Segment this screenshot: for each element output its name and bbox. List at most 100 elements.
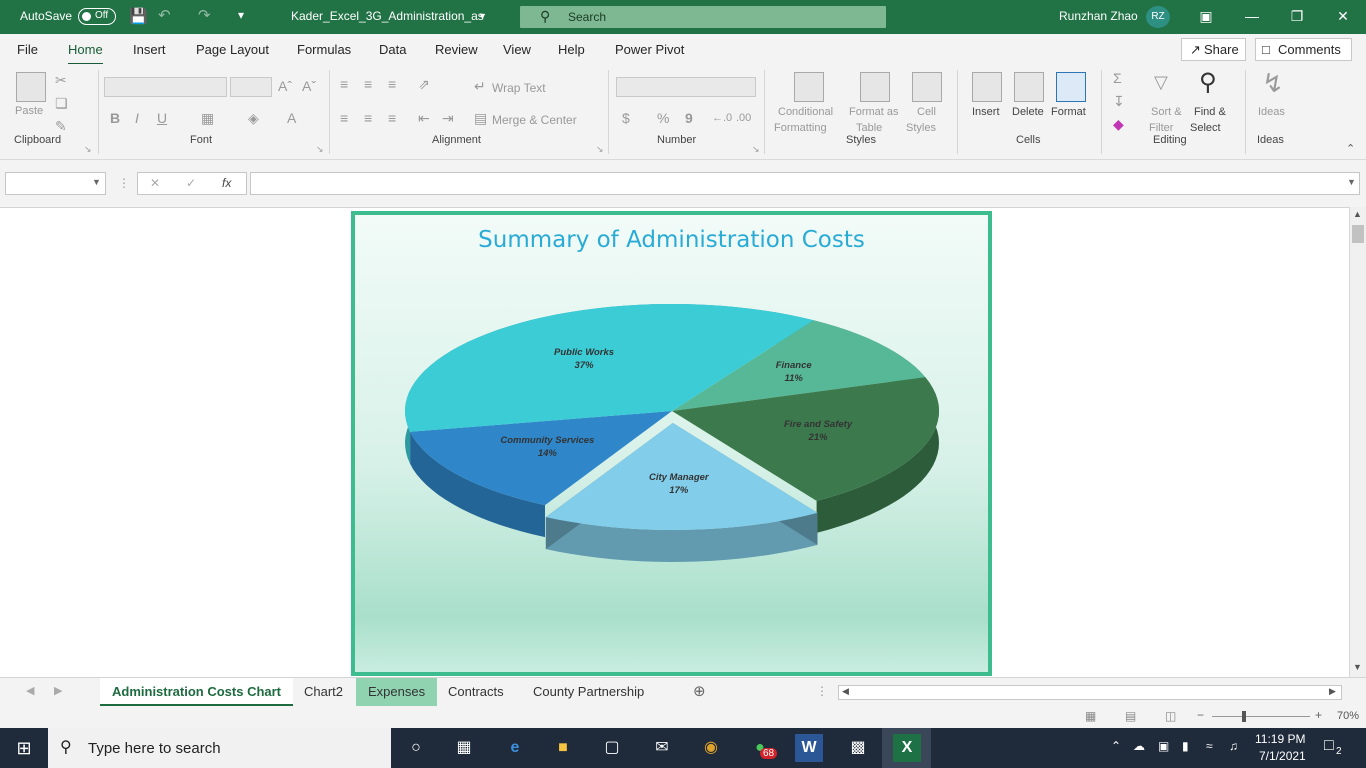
- task-view-icon[interactable]: ▦: [450, 734, 478, 762]
- insert-label[interactable]: Insert: [972, 106, 1000, 118]
- underline-button[interactable]: U: [157, 110, 167, 126]
- format-painter-icon[interactable]: ✎: [55, 118, 67, 135]
- minimize-icon[interactable]: —: [1242, 6, 1262, 26]
- avatar[interactable]: RZ: [1146, 6, 1170, 28]
- find-select-icon[interactable]: ⚲: [1199, 68, 1217, 97]
- tab-file[interactable]: File: [17, 42, 38, 57]
- cortana-icon[interactable]: ○: [402, 734, 430, 762]
- customize-toolbar-icon[interactable]: ▾: [238, 8, 244, 22]
- align-center-icon[interactable]: ≡: [364, 110, 372, 126]
- alignment-launcher-icon[interactable]: ↘: [596, 144, 604, 155]
- delete-cells-icon[interactable]: [1014, 72, 1044, 102]
- wifi-icon[interactable]: ≈: [1206, 739, 1213, 753]
- align-top-icon[interactable]: ≡: [340, 76, 348, 92]
- insert-cells-icon[interactable]: [972, 72, 1002, 102]
- horizontal-scrollbar[interactable]: ◀ ▶: [838, 685, 1342, 700]
- word-icon[interactable]: W: [795, 734, 823, 762]
- chevron-down-icon[interactable]: ▼: [92, 177, 101, 187]
- autosum-icon[interactable]: Σ: [1113, 70, 1122, 86]
- data-label-city-manager[interactable]: City Manager 17%: [619, 471, 739, 497]
- fill-color-icon[interactable]: ◈: [248, 110, 259, 127]
- expand-formula-icon[interactable]: ▼: [1347, 177, 1356, 187]
- increase-indent-icon[interactable]: ⇥: [442, 110, 454, 127]
- align-bottom-icon[interactable]: ≡: [388, 76, 396, 92]
- sheet-tab-administration-costs-chart[interactable]: Administration Costs Chart: [100, 678, 294, 706]
- font-name-dropdown[interactable]: [104, 77, 227, 97]
- align-middle-icon[interactable]: ≡: [364, 76, 372, 92]
- windows-start-icon[interactable]: ⊞: [10, 734, 38, 762]
- meet-now-icon[interactable]: ▣: [1158, 739, 1169, 753]
- filename[interactable]: Kader_Excel_3G_Administration_as: [291, 9, 484, 23]
- cell-styles-icon[interactable]: [912, 72, 942, 102]
- tab-help[interactable]: Help: [558, 42, 585, 57]
- chart-area[interactable]: Summary of Administration Costs Finance 1…: [351, 211, 992, 676]
- ribbon-display-icon[interactable]: ▣: [1196, 6, 1216, 26]
- mail-icon[interactable]: ✉: [648, 734, 676, 762]
- align-right-icon[interactable]: ≡: [388, 110, 396, 126]
- fill-icon[interactable]: ↧: [1113, 93, 1125, 110]
- insert-function-button[interactable]: fx: [222, 176, 231, 190]
- zoom-slider[interactable]: [1212, 716, 1310, 717]
- redo-icon[interactable]: ↷: [198, 6, 211, 24]
- comma-button[interactable]: 9: [685, 110, 693, 126]
- data-label-finance[interactable]: Finance 11%: [734, 359, 854, 385]
- store-icon[interactable]: ▢: [598, 734, 626, 762]
- search-box[interactable]: ⚲ Search: [520, 6, 886, 28]
- find-label[interactable]: Find &: [1194, 106, 1226, 118]
- borders-icon[interactable]: ▦: [201, 110, 214, 127]
- pie-chart-svg[interactable]: [355, 215, 988, 672]
- grow-font-icon[interactable]: Aˆ: [278, 78, 292, 94]
- cut-icon[interactable]: ✂: [55, 72, 67, 89]
- zoom-in-icon[interactable]: +: [1315, 708, 1322, 722]
- scroll-right-icon[interactable]: ▶: [1329, 686, 1336, 697]
- cell-label[interactable]: Cell: [917, 106, 936, 118]
- notifications-icon[interactable]: □: [1324, 737, 1334, 755]
- show-hidden-icons-icon[interactable]: ⌃: [1111, 739, 1121, 753]
- collapse-ribbon-icon[interactable]: ⌃: [1346, 142, 1355, 155]
- undo-icon[interactable]: ↶: [158, 6, 171, 24]
- formatting-label[interactable]: Formatting: [774, 122, 827, 134]
- conditional-formatting-icon[interactable]: [794, 72, 824, 102]
- increase-decimal-icon[interactable]: ←.0: [712, 112, 732, 124]
- zoom-slider-thumb[interactable]: [1242, 711, 1246, 722]
- clock-time[interactable]: 11:19 PM: [1255, 732, 1305, 746]
- ideas-icon[interactable]: ↯: [1262, 68, 1284, 99]
- tab-view[interactable]: View: [503, 42, 531, 57]
- add-sheet-icon[interactable]: ⊕: [693, 682, 706, 700]
- tab-review[interactable]: Review: [435, 42, 478, 57]
- sheet-tab-expenses[interactable]: Expenses: [356, 678, 438, 706]
- wrap-text-label[interactable]: Wrap Text: [492, 81, 546, 95]
- tab-insert[interactable]: Insert: [133, 42, 166, 57]
- sort-label[interactable]: Sort &: [1151, 106, 1182, 118]
- merge-center-icon[interactable]: ▤: [474, 110, 487, 127]
- vertical-scroll-thumb[interactable]: [1352, 225, 1364, 243]
- page-layout-view-icon[interactable]: ▤: [1125, 709, 1136, 723]
- tab-page-layout[interactable]: Page Layout: [196, 42, 269, 57]
- merge-center-label[interactable]: Merge & Center: [492, 113, 577, 127]
- filename-chevron-icon[interactable]: ▼: [478, 11, 487, 21]
- onedrive-icon[interactable]: ☁: [1133, 739, 1145, 753]
- enter-icon[interactable]: ✓: [186, 176, 196, 190]
- decrease-indent-icon[interactable]: ⇤: [418, 110, 430, 127]
- align-left-icon[interactable]: ≡: [340, 110, 348, 126]
- tab-split-icon[interactable]: ⋮: [816, 684, 828, 698]
- page-break-view-icon[interactable]: ◫: [1165, 709, 1176, 723]
- tab-home[interactable]: Home: [68, 42, 103, 66]
- orientation-icon[interactable]: ⇗: [418, 76, 430, 93]
- font-color-icon[interactable]: A: [287, 110, 296, 126]
- clear-icon[interactable]: ◆: [1113, 116, 1124, 133]
- italic-button[interactable]: I: [135, 110, 139, 126]
- user-name[interactable]: Runzhan Zhao: [1059, 9, 1138, 23]
- wrap-text-icon[interactable]: ↵: [474, 78, 486, 95]
- formula-input[interactable]: ▼: [250, 172, 1360, 195]
- sort-filter-icon[interactable]: ▽: [1154, 72, 1168, 93]
- format-as-table-icon[interactable]: [860, 72, 890, 102]
- autosave-toggle[interactable]: Off: [78, 8, 116, 25]
- file-explorer-icon[interactable]: ■: [549, 734, 577, 762]
- scroll-left-icon[interactable]: ◀: [842, 686, 849, 697]
- close-icon[interactable]: ✕: [1333, 6, 1353, 26]
- conditional-label[interactable]: Conditional: [778, 106, 833, 118]
- select-label[interactable]: Select: [1190, 122, 1221, 134]
- bold-button[interactable]: B: [110, 110, 120, 126]
- filter-label[interactable]: Filter: [1149, 122, 1173, 134]
